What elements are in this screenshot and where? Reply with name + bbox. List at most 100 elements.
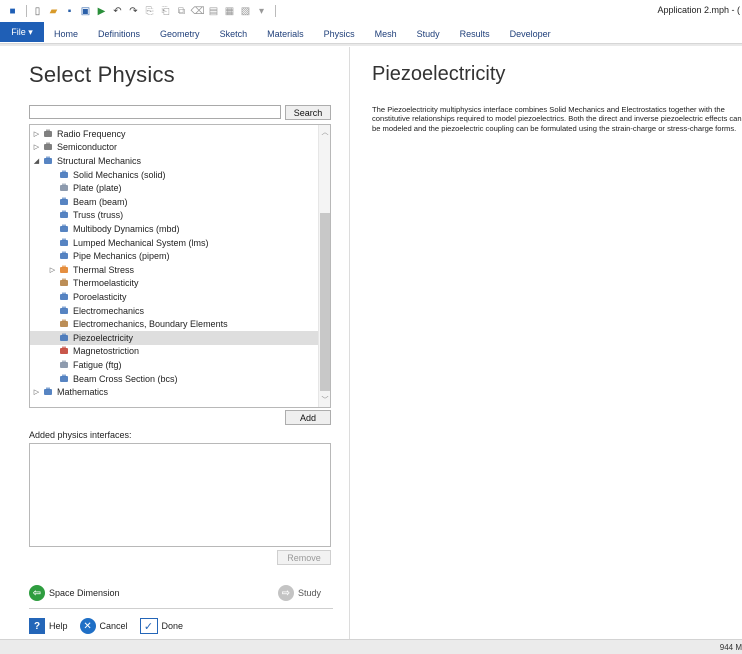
toolbar-separator [275, 5, 276, 17]
done-label: Done [161, 621, 184, 631]
scrollbar-thumb[interactable] [320, 213, 330, 391]
compact-history-icon[interactable]: ▤ [207, 5, 220, 18]
added-physics-list[interactable] [29, 443, 331, 547]
tab-home[interactable]: Home [44, 25, 88, 43]
delete-icon[interactable]: ⌫ [190, 5, 204, 18]
tree-item[interactable]: ▷ Semiconductor [30, 141, 318, 155]
done-button[interactable]: ✓ Done [139, 618, 184, 634]
tab-geometry[interactable]: Geometry [150, 25, 210, 43]
tab-definitions[interactable]: Definitions [88, 25, 150, 43]
customize-icon[interactable]: ▾ [255, 5, 268, 18]
back-arrow-icon: ⇦ [29, 585, 45, 601]
run-icon[interactable]: ▶ [95, 5, 108, 18]
tree-item[interactable]: Thermoelasticity [30, 277, 318, 291]
fatigue-icon [59, 360, 69, 370]
tree-item[interactable]: Solid Mechanics (solid) [30, 168, 318, 182]
tree-item[interactable]: Fatigue (ftg) [30, 358, 318, 372]
space-dimension-label: Space Dimension [49, 588, 120, 598]
solid-mechanics-icon [59, 170, 69, 180]
structural-mechanics-icon [43, 156, 53, 166]
open-icon[interactable]: ▰ [47, 5, 60, 18]
expand-toggle-icon[interactable]: ◢ [32, 157, 41, 165]
poroelasticity-icon [59, 292, 69, 302]
study-next-button[interactable]: ⇨ Study [278, 585, 321, 601]
select-physics-pane: Select Physics Search ▷ Mathematics Beam C… [22, 49, 342, 639]
scroll-down-icon[interactable]: ﹀ [319, 395, 330, 405]
tree-item-label: Magnetostriction [73, 346, 140, 357]
tree-item[interactable]: Electromechanics, Boundary Elements [30, 317, 318, 331]
search-input[interactable] [29, 105, 281, 119]
save-icon[interactable]: ▪ [63, 5, 76, 18]
magnetostriction-icon [59, 346, 69, 356]
paste-icon[interactable]: ⎗ [159, 5, 172, 18]
piezoelectricity-icon [59, 333, 69, 343]
tab-results[interactable]: Results [450, 25, 500, 43]
memory-usage: 944 M [719, 643, 742, 652]
help-button[interactable]: ? Help [29, 618, 68, 634]
tree-item[interactable]: Beam (beam) [30, 195, 318, 209]
scroll-up-icon[interactable]: ︿ [319, 127, 330, 137]
tree-item[interactable]: Plate (plate) [30, 181, 318, 195]
space-dimension-back-button[interactable]: ⇦ Space Dimension [29, 585, 120, 601]
undo-icon[interactable]: ↶ [111, 5, 124, 18]
duplicate-icon[interactable]: ⧉ [175, 5, 188, 18]
tree-item-label: Thermoelasticity [73, 278, 139, 289]
tree-item-label: Electromechanics [73, 305, 145, 316]
page-title: Select Physics [29, 62, 175, 87]
tree-item[interactable]: Electromechanics [30, 304, 318, 318]
thermal-stress-icon [59, 265, 69, 275]
physics-tree[interactable]: ▷ Mathematics Beam Cross Section (bcs) Fati… [29, 124, 331, 408]
tree-item[interactable]: Poroelasticity [30, 290, 318, 304]
tab-sketch[interactable]: Sketch [210, 25, 258, 43]
tab-mesh[interactable]: Mesh [365, 25, 407, 43]
tree-scrollbar[interactable]: ︿ ﹀ [318, 125, 330, 407]
copy-icon[interactable]: ⎘ [143, 5, 156, 18]
tree-item[interactable]: ▷ Mathematics [30, 385, 318, 399]
tree-item-label: Plate (plate) [73, 183, 122, 194]
windows-icon[interactable]: ▧ [239, 5, 252, 18]
tree-item[interactable]: Piezoelectricity [30, 331, 318, 345]
tree-item[interactable]: Magnetostriction [30, 345, 318, 359]
save-as-icon[interactable]: ▣ [79, 5, 92, 18]
expand-toggle-icon[interactable]: ▷ [32, 388, 41, 396]
compile-icon[interactable]: ▦ [223, 5, 236, 18]
tree-item[interactable]: ◢ Structural Mechanics [30, 154, 318, 168]
tab-physics[interactable]: Physics [314, 25, 365, 43]
semiconductor-icon [43, 142, 53, 152]
tree-item-label: Multibody Dynamics (mbd) [73, 223, 180, 234]
beam-cross-section-icon [59, 374, 69, 384]
tab-materials[interactable]: Materials [257, 25, 314, 43]
file-menu-button[interactable]: File ▾ [0, 22, 44, 42]
tree-item-label: Truss (truss) [73, 210, 124, 221]
search-button[interactable]: Search [285, 105, 331, 120]
tree-item[interactable]: Multibody Dynamics (mbd) [30, 222, 318, 236]
new-icon[interactable]: ▯ [31, 5, 44, 18]
cancel-button[interactable]: ✕ Cancel [79, 618, 128, 634]
pipe-mechanics-icon [59, 251, 69, 261]
tree-item[interactable]: Truss (truss) [30, 209, 318, 223]
wizard-navigation: ⇦ Space Dimension ⇨ Study [29, 583, 333, 603]
expand-toggle-icon[interactable]: ▷ [32, 143, 41, 151]
tree-item[interactable]: Beam Cross Section (bcs) [30, 372, 318, 386]
next-arrow-icon: ⇨ [278, 585, 294, 601]
tree-item-label: Semiconductor [57, 142, 118, 153]
expand-toggle-icon[interactable]: ▷ [32, 130, 41, 138]
tree-item[interactable]: ▷ Radio Frequency [30, 127, 318, 141]
tree-item[interactable]: ▷ Thermal Stress [30, 263, 318, 277]
tab-developer[interactable]: Developer [500, 25, 561, 43]
app-icon[interactable]: ■ [6, 5, 19, 18]
redo-icon[interactable]: ↷ [127, 5, 140, 18]
thermoelasticity-icon [59, 278, 69, 288]
status-bar: 944 M [0, 639, 742, 654]
tree-item-label: Electromechanics, Boundary Elements [73, 319, 228, 330]
cancel-icon: ✕ [79, 618, 96, 634]
multibody-dynamics-icon [59, 224, 69, 234]
tree-item[interactable]: Pipe Mechanics (pipem) [30, 249, 318, 263]
remove-button[interactable]: Remove [277, 550, 331, 565]
footer-divider [29, 608, 333, 609]
tree-item[interactable]: Lumped Mechanical System (lms) [30, 236, 318, 250]
add-button[interactable]: Add [285, 410, 331, 425]
tab-study[interactable]: Study [407, 25, 450, 43]
expand-toggle-icon[interactable]: ▷ [48, 266, 57, 274]
radio-frequency-icon [43, 129, 53, 139]
